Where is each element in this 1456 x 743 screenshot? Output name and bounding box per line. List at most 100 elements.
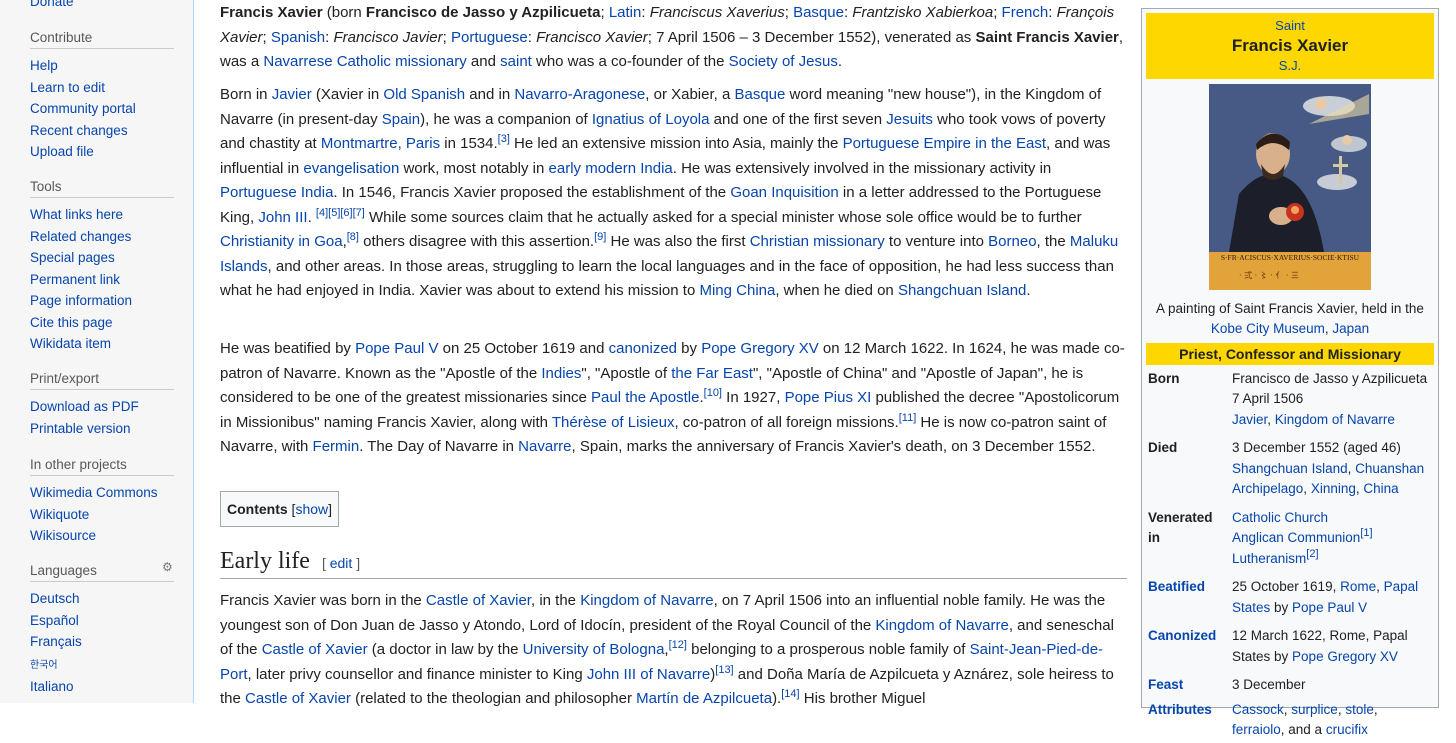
reference-link[interactable]: [1] bbox=[1360, 527, 1372, 539]
link-javier[interactable]: Javier bbox=[272, 86, 312, 103]
link-stole[interactable]: stole bbox=[1345, 702, 1374, 717]
link-jesuits[interactable]: Jesuits bbox=[886, 111, 933, 128]
link-born-javier[interactable]: Javier bbox=[1232, 412, 1267, 427]
reference-link[interactable]: [13] bbox=[715, 664, 733, 676]
sidebar-link-printable-version[interactable]: Printable version bbox=[30, 421, 131, 436]
link-kobe-city-museum[interactable]: Kobe City Museum bbox=[1211, 321, 1325, 336]
link-portuguese-empire[interactable]: Portuguese Empire in the East bbox=[843, 135, 1046, 152]
sidebar-link-related-changes[interactable]: Related changes bbox=[30, 229, 131, 244]
link-john-iii-of-navarre[interactable]: John III of Navarre bbox=[587, 666, 710, 683]
link-borneo[interactable]: Borneo bbox=[988, 233, 1036, 250]
link-paul-the-apostle[interactable]: Paul the Apostle bbox=[591, 389, 699, 406]
link-japan[interactable]: Japan bbox=[1332, 321, 1369, 336]
link-christian-missionary[interactable]: Christian missionary bbox=[750, 233, 885, 250]
toc-show-toggle[interactable]: show bbox=[295, 501, 328, 517]
sidebar-link-lang-italiano[interactable]: Italiano bbox=[30, 679, 74, 694]
link-cassock[interactable]: Cassock bbox=[1232, 702, 1284, 717]
link-beatified-pope-paul-v[interactable]: Pope Paul V bbox=[1292, 600, 1367, 615]
link-pope-paul-v[interactable]: Pope Paul V bbox=[355, 340, 438, 357]
sidebar-link-wikidata-item[interactable]: Wikidata item bbox=[30, 336, 111, 351]
reference-link[interactable]: [10] bbox=[704, 387, 722, 399]
infobox-label-attributes[interactable]: Attributes bbox=[1146, 698, 1230, 743]
link-beatified-rome[interactable]: Rome bbox=[1340, 579, 1376, 594]
sidebar-link-learn-to-edit[interactable]: Learn to edit bbox=[30, 80, 105, 95]
link-goan-inquisition[interactable]: Goan Inquisition bbox=[730, 184, 838, 201]
link-navarro-aragonese[interactable]: Navarro-Aragonese bbox=[514, 86, 645, 103]
link-castle-of-xavier-3[interactable]: Castle of Xavier bbox=[245, 690, 351, 707]
link-surplice[interactable]: surplice bbox=[1291, 702, 1338, 717]
link-castle-of-xavier-2[interactable]: Castle of Xavier bbox=[262, 641, 368, 658]
link-born-kingdom-of-navarre[interactable]: Kingdom of Navarre bbox=[1275, 412, 1395, 427]
sidebar-link-wikiquote[interactable]: Wikiquote bbox=[30, 507, 89, 522]
link-fermin[interactable]: Fermin bbox=[313, 438, 360, 455]
link-shangchuan-island[interactable]: Shangchuan Island bbox=[898, 282, 1026, 299]
link-therese-of-lisieux[interactable]: Thérèse of Lisieux bbox=[552, 414, 675, 431]
link-basque-word[interactable]: Basque bbox=[734, 86, 785, 103]
reference-link[interactable]: [3] bbox=[498, 133, 510, 145]
link-anglican-communion[interactable]: Anglican Communion bbox=[1232, 530, 1360, 545]
link-latin[interactable]: Latin bbox=[609, 4, 642, 21]
sidebar-link-cite-this-page[interactable]: Cite this page bbox=[30, 315, 113, 330]
infobox-label-beatified[interactable]: Beatified bbox=[1146, 575, 1230, 620]
sidebar-link-lang-francais[interactable]: Français bbox=[30, 634, 82, 649]
portrait-image[interactable]: S·FR·ACISCUS·XAVERIUS·SOCIE·KTISU · 弍 · … bbox=[1209, 84, 1371, 290]
infobox-label-canonized[interactable]: Canonized bbox=[1146, 624, 1230, 669]
link-pope-pius-xi[interactable]: Pope Pius XI bbox=[785, 389, 872, 406]
sidebar-link-wikisource[interactable]: Wikisource bbox=[30, 528, 96, 543]
link-montmartre-paris[interactable]: Montmartre, Paris bbox=[321, 135, 440, 152]
reference-link[interactable]: [14] bbox=[781, 688, 799, 700]
sidebar-link-lang-espanol[interactable]: Español bbox=[30, 613, 79, 628]
link-kingdom-of-navarre[interactable]: Kingdom of Navarre bbox=[580, 592, 713, 609]
link-castle-of-xavier[interactable]: Castle of Xavier bbox=[426, 592, 531, 609]
sidebar-link-wikimedia-commons[interactable]: Wikimedia Commons bbox=[30, 485, 158, 500]
sidebar-link-page-information[interactable]: Page information bbox=[30, 293, 132, 308]
link-early-modern-india[interactable]: early modern India bbox=[549, 160, 673, 177]
link-navarrese-catholic-missionary[interactable]: Navarrese Catholic missionary bbox=[263, 53, 466, 70]
reference-link[interactable]: [8] bbox=[347, 231, 359, 243]
sidebar-link-upload-file[interactable]: Upload file bbox=[30, 144, 94, 159]
link-spanish[interactable]: Spanish bbox=[271, 29, 325, 46]
link-died-shangchuan[interactable]: Shangchuan Island bbox=[1232, 461, 1348, 476]
sidebar-link-help[interactable]: Help bbox=[30, 58, 58, 73]
sidebar-link-what-links-here[interactable]: What links here bbox=[30, 207, 123, 222]
reference-link[interactable]: [12] bbox=[669, 639, 687, 651]
gear-icon[interactable]: ⚙ bbox=[162, 560, 173, 574]
link-canonized-pope-gregory-xv[interactable]: Pope Gregory XV bbox=[1292, 649, 1398, 664]
link-society-of-jesus[interactable]: Society of Jesus bbox=[729, 53, 838, 70]
sidebar-link-donate[interactable]: Donate bbox=[30, 0, 74, 9]
link-indies[interactable]: Indies bbox=[541, 365, 581, 382]
reference-link[interactable]: [11] bbox=[899, 412, 917, 424]
link-john-iii[interactable]: John III bbox=[258, 209, 307, 226]
link-kingdom-of-navarre-2[interactable]: Kingdom of Navarre bbox=[875, 617, 1008, 634]
link-the-far-east[interactable]: the Far East bbox=[671, 365, 753, 382]
link-martin-de-azpilcueta[interactable]: Martín de Azpilcueta bbox=[636, 690, 772, 707]
link-catholic-church[interactable]: Catholic Church bbox=[1232, 510, 1328, 525]
link-died-china[interactable]: China bbox=[1363, 481, 1398, 496]
sidebar-link-special-pages[interactable]: Special pages bbox=[30, 250, 115, 265]
reference-link[interactable]: [5] bbox=[328, 207, 340, 219]
reference-link[interactable]: [2] bbox=[1306, 548, 1318, 560]
link-portuguese[interactable]: Portuguese bbox=[451, 29, 528, 46]
link-lutheranism[interactable]: Lutheranism bbox=[1232, 551, 1306, 566]
link-basque[interactable]: Basque bbox=[793, 4, 844, 21]
link-spain[interactable]: Spain bbox=[382, 111, 420, 128]
link-university-of-bologna[interactable]: University of Bologna bbox=[523, 641, 665, 658]
sidebar-link-download-pdf[interactable]: Download as PDF bbox=[30, 399, 139, 414]
sidebar-link-permanent-link[interactable]: Permanent link bbox=[30, 272, 120, 287]
infobox-pretitle[interactable]: Saint bbox=[1146, 17, 1434, 35]
sidebar-link-lang-deutsch[interactable]: Deutsch bbox=[30, 591, 80, 606]
section-edit-link[interactable]: edit bbox=[330, 555, 353, 571]
link-old-spanish[interactable]: Old Spanish bbox=[383, 86, 465, 103]
link-ming-china[interactable]: Ming China bbox=[699, 282, 775, 299]
link-pope-gregory-xv[interactable]: Pope Gregory XV bbox=[701, 340, 819, 357]
reference-link[interactable]: [9] bbox=[594, 231, 606, 243]
link-ferraiolo[interactable]: ferraiolo bbox=[1232, 722, 1281, 737]
sidebar-link-lang-korean[interactable]: 한국어 bbox=[30, 660, 58, 671]
link-navarre[interactable]: Navarre bbox=[518, 438, 571, 455]
link-crucifix[interactable]: crucifix bbox=[1326, 722, 1368, 737]
link-christianity-in-goa[interactable]: Christianity in Goa bbox=[220, 233, 343, 250]
link-died-xinning[interactable]: Xinning bbox=[1311, 481, 1356, 496]
link-french[interactable]: French bbox=[1002, 4, 1049, 21]
reference-link[interactable]: [4] bbox=[316, 207, 328, 219]
link-portuguese-india[interactable]: Portuguese India bbox=[220, 184, 333, 201]
